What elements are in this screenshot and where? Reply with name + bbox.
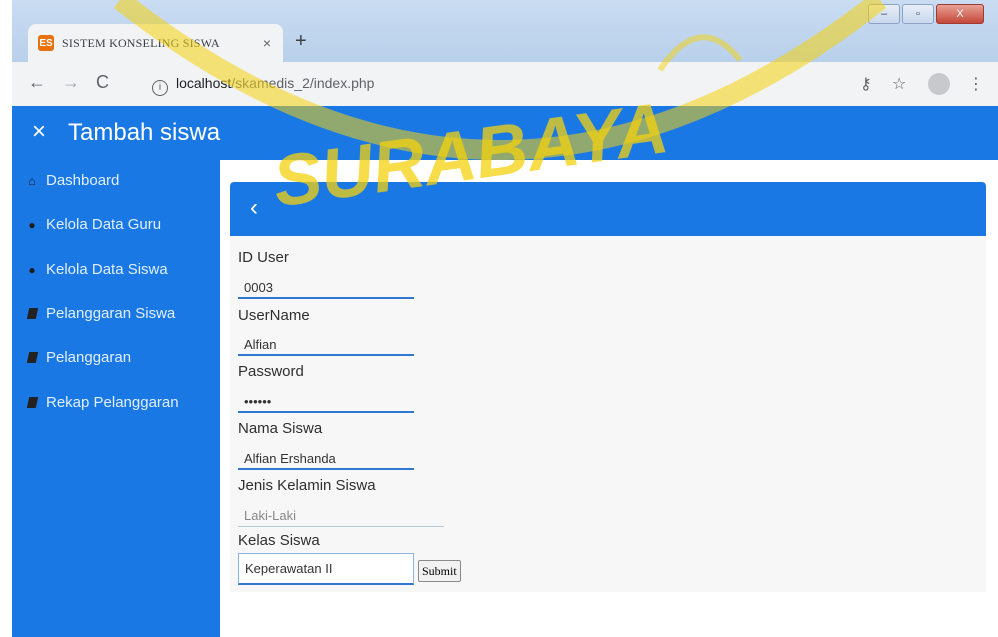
panel-header: ‹ xyxy=(230,182,986,236)
form-panel xyxy=(230,182,986,592)
book-icon xyxy=(26,397,39,408)
menu-kebab-icon[interactable]: ⋮ xyxy=(968,74,984,94)
kelas-siswa-input[interactable] xyxy=(238,553,414,585)
browser-titlebar: ES SISTEM KONSELING SISWA × + – ▫ X xyxy=(12,0,998,68)
window-close-button[interactable]: X xyxy=(936,4,984,24)
label-password: Password xyxy=(238,363,304,380)
nama-siswa-input[interactable] xyxy=(238,448,414,470)
browser-tab[interactable]: ES SISTEM KONSELING SISWA × xyxy=(28,24,283,62)
address-bar[interactable]: i localhost/skamedis_2/index.php xyxy=(152,75,374,96)
reload-icon[interactable]: C xyxy=(96,72,109,93)
user-icon: ● xyxy=(28,217,36,232)
sidebar-item-kelola-siswa[interactable]: ● Kelola Data Siswa xyxy=(26,261,168,278)
sidebar-item-pelanggaran-siswa[interactable]: Pelanggaran Siswa xyxy=(26,305,175,322)
page-title: Tambah siswa xyxy=(68,119,221,146)
sidebar-item-label: Dashboard xyxy=(46,172,120,189)
window-controls: – ▫ X xyxy=(868,4,984,24)
jenis-kelamin-input[interactable] xyxy=(238,505,444,527)
label-username: UserName xyxy=(238,307,310,324)
tab-close-icon[interactable]: × xyxy=(263,35,271,51)
password-input[interactable] xyxy=(238,391,414,413)
favicon-icon: ES xyxy=(38,35,54,51)
url-host: localhost xyxy=(176,75,232,91)
sidebar-item-kelola-guru[interactable]: ● Kelola Data Guru xyxy=(26,216,161,233)
tab-title: SISTEM KONSELING SISWA xyxy=(62,35,220,50)
username-input[interactable] xyxy=(238,334,414,356)
sidebar-item-dashboard[interactable]: ⌂ Dashboard xyxy=(26,172,119,189)
forward-arrow-icon[interactable]: → xyxy=(62,72,80,93)
sidebar-item-pelanggaran[interactable]: Pelanggaran xyxy=(26,349,131,366)
submit-button[interactable]: Submit xyxy=(418,560,461,582)
close-icon[interactable]: × xyxy=(32,118,46,146)
label-nama-siswa: Nama Siswa xyxy=(238,420,323,437)
new-tab-icon[interactable]: + xyxy=(295,30,307,53)
info-icon[interactable]: i xyxy=(152,80,168,96)
sidebar-item-label: Pelanggaran xyxy=(46,349,132,366)
key-icon[interactable]: ⚷ xyxy=(860,74,872,94)
minimize-button[interactable]: – xyxy=(868,4,900,24)
home-icon: ⌂ xyxy=(28,173,36,188)
back-arrow-icon[interactable]: ← xyxy=(28,72,46,93)
label-id-user: ID User xyxy=(238,249,289,266)
label-kelas-siswa: Kelas Siswa xyxy=(238,532,320,549)
id-user-input[interactable] xyxy=(238,277,414,299)
book-icon xyxy=(26,308,39,319)
sidebar-item-label: Rekap Pelanggaran xyxy=(46,394,179,411)
sidebar: ⌂ Dashboard ● Kelola Data Guru ● Kelola … xyxy=(12,160,220,637)
back-chevron-icon[interactable]: ‹ xyxy=(250,194,258,222)
user-icon: ● xyxy=(28,262,36,277)
browser-toolbar: ← → C i localhost/skamedis_2/index.php ⚷ … xyxy=(12,62,998,107)
sidebar-item-label: Kelola Data Guru xyxy=(46,216,162,233)
app-header: × Tambah siswa xyxy=(12,106,998,160)
label-jenis-kelamin: Jenis Kelamin Siswa xyxy=(238,477,376,494)
maximize-button[interactable]: ▫ xyxy=(902,4,934,24)
sidebar-item-label: Kelola Data Siswa xyxy=(46,261,168,278)
avatar-icon[interactable] xyxy=(928,73,950,95)
book-icon xyxy=(26,352,39,363)
star-icon[interactable]: ☆ xyxy=(892,74,906,94)
sidebar-item-label: Pelanggaran Siswa xyxy=(46,305,176,322)
sidebar-item-rekap-pelanggaran[interactable]: Rekap Pelanggaran xyxy=(26,394,179,411)
url-path: /skamedis_2/index.php xyxy=(231,75,375,91)
